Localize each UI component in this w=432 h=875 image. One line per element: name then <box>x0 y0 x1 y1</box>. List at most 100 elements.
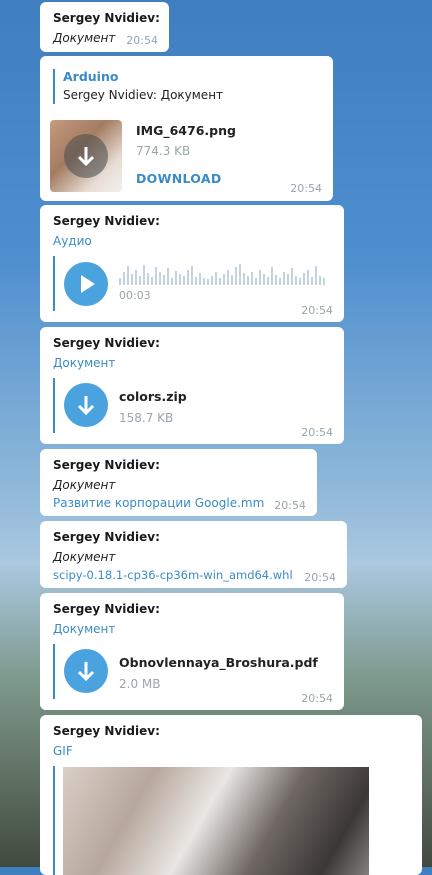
waveform-bar <box>199 273 201 285</box>
waveform-bar <box>275 275 277 285</box>
message-type-label[interactable]: Документ <box>53 621 332 637</box>
waveform-bar <box>247 276 249 285</box>
waveform-bar <box>183 276 185 285</box>
waveform-bar <box>223 274 225 285</box>
waveform-bar <box>283 272 285 285</box>
audio-waveform[interactable] <box>119 263 325 285</box>
image-thumbnail[interactable] <box>50 120 122 192</box>
gif-preview[interactable] <box>63 767 369 875</box>
message-time: 20:54 <box>301 304 333 317</box>
waveform-bar <box>147 273 149 285</box>
play-icon <box>81 275 95 293</box>
waveform-bar <box>299 278 301 285</box>
message-type-label[interactable]: Документ <box>53 355 332 371</box>
waveform-bar <box>295 276 297 285</box>
waveform-bar <box>271 267 273 285</box>
message-time: 20:54 <box>304 571 336 584</box>
waveform-bar <box>319 276 321 285</box>
download-icon[interactable] <box>64 134 108 178</box>
message-bubble-audio[interactable]: Sergey Nvidiev: Аудио 00:03 20:54 <box>40 205 344 322</box>
waveform-bar <box>231 275 233 285</box>
waveform-bar <box>159 272 161 285</box>
waveform-bar <box>263 274 265 285</box>
reply-quote-bar <box>53 69 55 104</box>
file-size: 158.7 KB <box>119 411 174 425</box>
media-quote-bar <box>53 256 55 311</box>
audio-duration: 00:03 <box>119 289 151 302</box>
message-bubble-file[interactable]: Sergey Nvidiev: Документ colors.zip 158.… <box>40 327 344 444</box>
waveform-bar <box>131 274 133 285</box>
message-time: 20:54 <box>126 34 158 47</box>
waveform-bar <box>175 271 177 285</box>
waveform-bar <box>123 272 125 285</box>
download-button[interactable] <box>64 649 108 693</box>
media-quote-bar <box>53 766 55 875</box>
waveform-bar <box>171 278 173 285</box>
waveform-bar <box>203 278 205 285</box>
waveform-bar <box>163 275 165 285</box>
waveform-bar <box>311 277 313 285</box>
waveform-bar <box>255 278 257 285</box>
message-time: 20:54 <box>290 182 322 195</box>
message-type-label[interactable]: GIF <box>53 743 410 759</box>
download-button[interactable] <box>64 383 108 427</box>
message-bubble[interactable]: Sergey Nvidiev: Документ 20:54 <box>40 2 169 52</box>
waveform-bar <box>235 267 237 285</box>
waveform-bar <box>167 268 169 285</box>
waveform-bar <box>135 270 137 285</box>
sender-name: Sergey Nvidiev: <box>53 530 160 544</box>
message-type-label: Документ <box>53 478 116 492</box>
download-icon <box>77 396 95 416</box>
waveform-bar <box>251 272 253 285</box>
message-bubble-document[interactable]: Sergey Nvidiev: Документ scipy-0.18.1-cp… <box>40 521 347 588</box>
message-bubble-gif[interactable]: Sergey Nvidiev: GIF <box>40 715 422 875</box>
file-name: IMG_6476.png <box>136 123 236 138</box>
waveform-bar <box>307 270 309 285</box>
waveform-bar <box>195 277 197 285</box>
message-type-label: Документ <box>53 550 116 564</box>
waveform-bar <box>279 278 281 285</box>
message-time: 20:54 <box>301 692 333 705</box>
sender-name: Sergey Nvidiev: <box>53 458 160 472</box>
waveform-bar <box>187 270 189 285</box>
message-bubble-document[interactable]: Sergey Nvidiev: Документ Развитие корпор… <box>40 449 317 516</box>
download-button[interactable]: DOWNLOAD <box>136 171 222 186</box>
waveform-bar <box>267 277 269 285</box>
reply-title[interactable]: Arduino <box>63 69 118 84</box>
reply-text: Sergey Nvidiev: Документ <box>63 88 224 102</box>
file-link[interactable]: Развитие корпорации Google.mm <box>53 495 305 511</box>
waveform-bar <box>303 273 305 285</box>
waveform-bar <box>211 276 213 285</box>
waveform-bar <box>323 278 325 285</box>
waveform-bar <box>119 278 121 285</box>
waveform-bar <box>243 273 245 285</box>
waveform-bar <box>151 277 153 285</box>
waveform-bar <box>191 266 193 285</box>
waveform-bar <box>287 274 289 285</box>
waveform-bar <box>227 270 229 285</box>
file-link[interactable]: scipy-0.18.1-cp36-cp36m-win_amd64.whl <box>53 567 335 583</box>
sender-name: Sergey Nvidiev: <box>53 11 160 25</box>
waveform-bar <box>219 278 221 285</box>
media-quote-bar <box>53 644 55 699</box>
waveform-bar <box>215 272 217 285</box>
message-time: 20:54 <box>274 499 306 512</box>
message-type-label[interactable]: Аудио <box>53 233 332 249</box>
waveform-bar <box>127 266 129 285</box>
message-bubble-file[interactable]: Sergey Nvidiev: Документ Obnovlennaya_Br… <box>40 593 344 710</box>
sender-name: Sergey Nvidiev: <box>53 214 160 228</box>
play-button[interactable] <box>64 262 108 306</box>
sender-name: Sergey Nvidiev: <box>53 724 160 738</box>
waveform-bar <box>207 279 209 285</box>
waveform-bar <box>179 274 181 285</box>
waveform-bar <box>239 264 241 285</box>
waveform-bar <box>155 267 157 285</box>
media-quote-bar <box>53 378 55 433</box>
download-icon <box>77 662 95 682</box>
waveform-bar <box>143 265 145 285</box>
file-name: Obnovlennaya_Broshura.pdf <box>119 655 318 670</box>
message-bubble-reply-image[interactable]: Arduino Sergey Nvidiev: Документ IMG_647… <box>40 56 333 201</box>
message-time: 20:54 <box>301 426 333 439</box>
waveform-bar <box>315 266 317 285</box>
waveform-bar <box>291 268 293 285</box>
